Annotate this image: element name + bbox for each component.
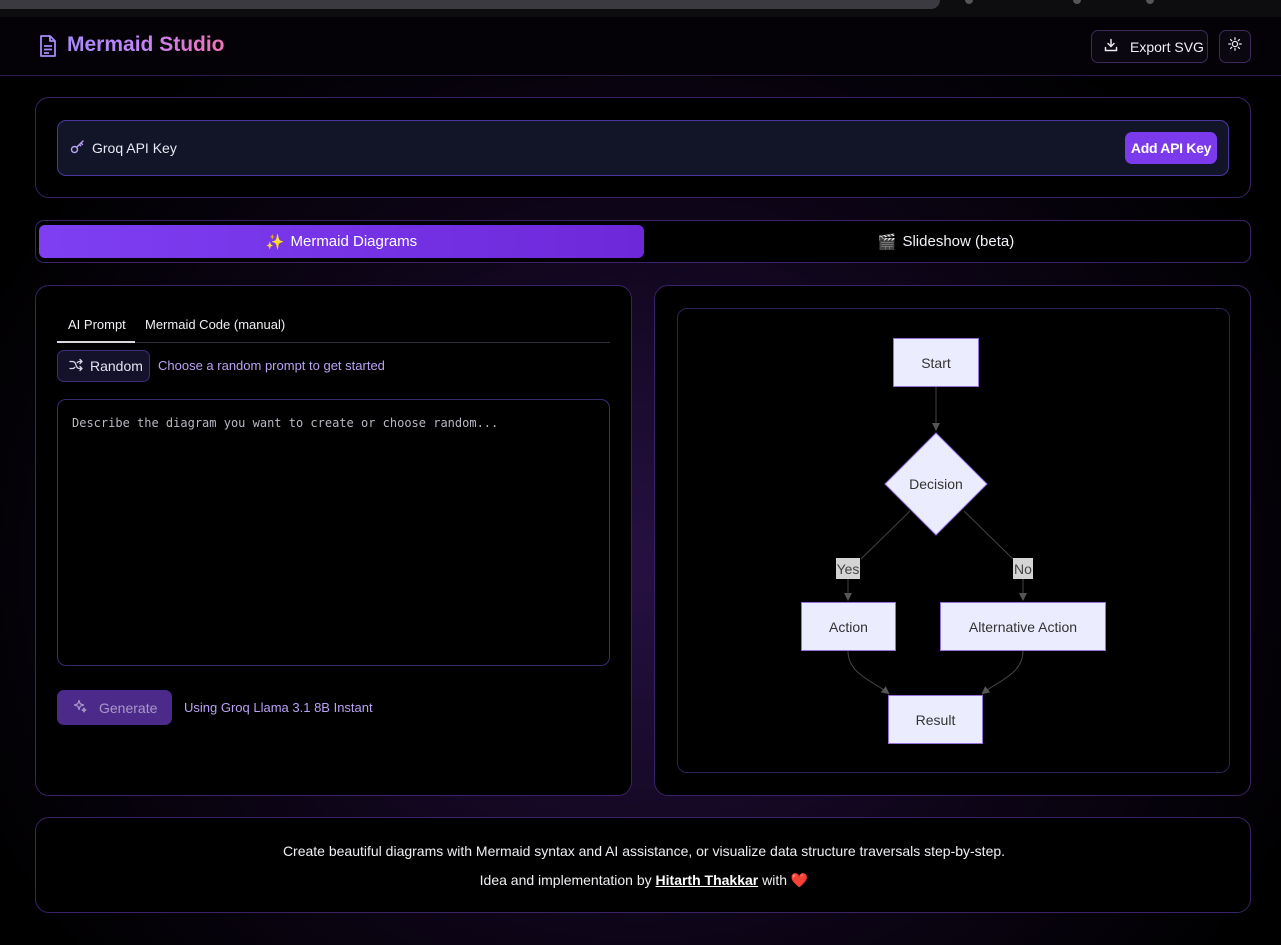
theme-toggle-button[interactable] xyxy=(1219,30,1251,63)
footer: Create beautiful diagrams with Mermaid s… xyxy=(35,817,1251,913)
heart-icon: ❤️ xyxy=(790,872,809,888)
generate-button[interactable]: Generate xyxy=(57,690,172,725)
edge-label-no: No xyxy=(1013,558,1033,579)
footer-credit: Idea and implementation by Hitarth Thakk… xyxy=(36,872,1252,889)
subtab-ai-prompt[interactable]: AI Prompt xyxy=(68,317,126,332)
browser-address-bar xyxy=(0,0,940,9)
edge-decision-yes xyxy=(860,510,911,560)
diagram-canvas[interactable]: Start Decision Yes No Action Alternative… xyxy=(677,308,1230,773)
node-action[interactable]: Action xyxy=(801,602,896,651)
editor-subtabs: AI Prompt Mermaid Code (manual) xyxy=(57,308,610,343)
model-info: Using Groq Llama 3.1 8B Instant xyxy=(184,700,373,715)
random-label: Random xyxy=(90,358,143,374)
tab-slideshow[interactable]: 🎬 Slideshow (beta) xyxy=(644,225,1248,258)
node-alternative-action[interactable]: Alternative Action xyxy=(940,602,1106,651)
export-svg-label: Export SVG xyxy=(1130,38,1204,55)
export-svg-button[interactable]: Export SVG xyxy=(1091,30,1208,63)
browser-extension-icon[interactable] xyxy=(1073,0,1081,4)
clapper-icon: 🎬 xyxy=(877,233,897,251)
sparkles-icon: ✨ xyxy=(265,233,285,251)
preview-panel: Start Decision Yes No Action Alternative… xyxy=(654,285,1251,796)
tab-label: Slideshow (beta) xyxy=(902,233,1015,250)
key-icon xyxy=(70,139,85,157)
tab-mermaid-diagrams[interactable]: ✨ Mermaid Diagrams xyxy=(39,225,644,258)
api-key-label-group: Groq API Key xyxy=(70,139,177,157)
shuffle-icon xyxy=(69,358,83,375)
browser-chrome xyxy=(0,0,1281,17)
credit-suffix: with xyxy=(758,872,791,888)
editor-panel: AI Prompt Mermaid Code (manual) Random C… xyxy=(35,285,632,796)
random-hint: Choose a random prompt to get started xyxy=(158,358,385,373)
author-link[interactable]: Hitarth Thakkar xyxy=(656,872,759,888)
mode-tabs: ✨ Mermaid Diagrams 🎬 Slideshow (beta) xyxy=(35,220,1251,263)
random-button[interactable]: Random xyxy=(57,350,150,382)
active-subtab-indicator xyxy=(57,341,135,343)
generate-label: Generate xyxy=(99,699,158,716)
edge-alt-result xyxy=(981,650,1024,695)
api-key-card: Groq API Key Add API Key xyxy=(35,97,1251,198)
prompt-textarea[interactable]: Describe the diagram you want to create … xyxy=(57,399,610,666)
app-title: Mermaid Studio xyxy=(67,33,225,56)
browser-extension-icon[interactable] xyxy=(965,0,973,4)
sparkles-icon xyxy=(73,699,87,716)
node-start[interactable]: Start xyxy=(893,338,979,387)
browser-extension-icon[interactable] xyxy=(1146,0,1154,4)
footer-description: Create beautiful diagrams with Mermaid s… xyxy=(282,843,1006,859)
edge-label-yes: Yes xyxy=(836,558,860,579)
api-key-label: Groq API Key xyxy=(92,140,177,156)
edge-action-result xyxy=(847,650,890,695)
node-result[interactable]: Result xyxy=(888,695,983,744)
credit-prefix: Idea and implementation by xyxy=(479,872,656,888)
api-key-panel: Groq API Key Add API Key xyxy=(57,120,1229,176)
tab-label: Mermaid Diagrams xyxy=(290,233,418,250)
edge-decision-no xyxy=(963,510,1014,560)
subtab-mermaid-code[interactable]: Mermaid Code (manual) xyxy=(145,317,285,332)
document-icon xyxy=(37,34,59,58)
add-api-key-button[interactable]: Add API Key xyxy=(1125,132,1217,164)
sun-icon xyxy=(1228,37,1242,56)
prompt-placeholder: Describe the diagram you want to create … xyxy=(72,416,499,430)
node-decision[interactable]: Decision xyxy=(901,473,971,495)
app-header: Mermaid Studio Export SVG xyxy=(0,17,1281,76)
download-icon xyxy=(1104,38,1118,55)
